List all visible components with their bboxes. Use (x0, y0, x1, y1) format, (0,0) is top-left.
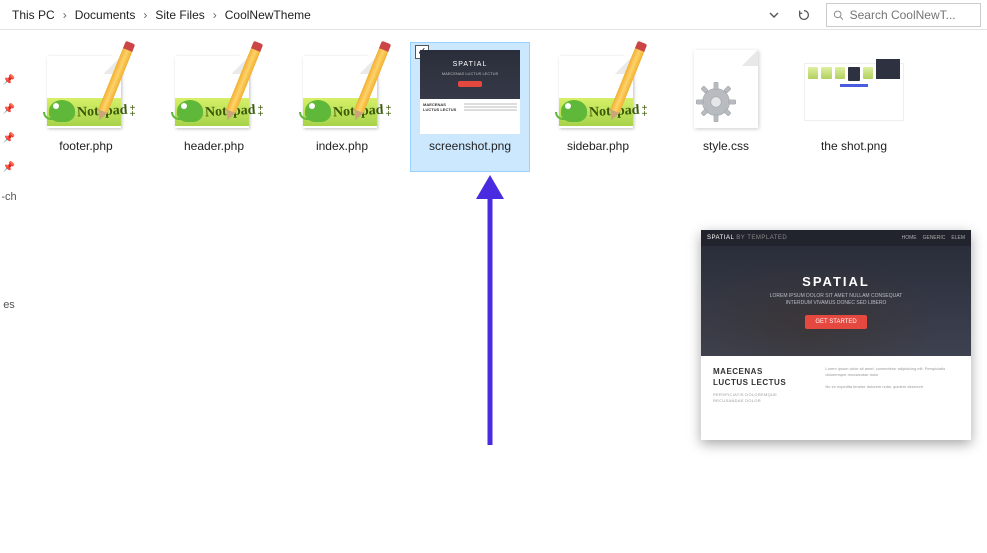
notepadpp-icon: Notepad++ (41, 52, 131, 132)
chevron-right-icon: › (61, 8, 69, 22)
file-item[interactable]: style.css (666, 42, 786, 172)
file-label: style.css (703, 139, 749, 153)
pin-icon: 📌 (3, 104, 15, 115)
search-input[interactable] (850, 8, 974, 22)
preview-image: SPATIAL BY TEMPLATED HOMEGENERICELEM SPA… (701, 230, 971, 440)
nav-pane-edge: 📌 📌 📌 📌 -ch es (0, 30, 18, 553)
refresh-icon[interactable] (790, 3, 818, 27)
image-thumbnail (804, 63, 904, 121)
breadcrumb-item[interactable]: Documents (71, 4, 140, 26)
notepadpp-icon: Notepad++ (553, 52, 643, 132)
search-icon (833, 9, 844, 21)
file-label: footer.php (59, 139, 112, 153)
history-dropdown-icon[interactable] (760, 3, 788, 27)
file-item[interactable]: Notepad++ sidebar.php (538, 42, 658, 172)
file-item[interactable]: Notepad++ footer.php (26, 42, 146, 172)
notepadpp-icon: Notepad++ (169, 52, 259, 132)
file-grid: Notepad++ footer.php Notepad++ header.ph… (18, 30, 987, 184)
search-box[interactable] (826, 3, 981, 27)
notepadpp-icon: Notepad++ (297, 52, 387, 132)
file-item[interactable]: Notepad++ header.php (154, 42, 274, 172)
truncated-label: es (3, 299, 15, 311)
chevron-right-icon: › (141, 8, 149, 22)
pin-icon: 📌 (3, 75, 15, 86)
css-file-icon (684, 50, 768, 134)
truncated-label: -ch (1, 191, 16, 203)
pin-icon: 📌 (3, 162, 15, 173)
file-label: index.php (316, 139, 368, 153)
breadcrumb-item[interactable]: This PC (8, 4, 59, 26)
image-thumbnail: SPATIALMAECENAS LUCTUS LECTUS MAECENASLU… (420, 50, 520, 134)
file-item[interactable]: the shot.png (794, 42, 914, 172)
file-label: screenshot.png (429, 139, 511, 153)
file-label: the shot.png (821, 139, 887, 153)
breadcrumb[interactable]: This PC › Documents › Site Files › CoolN… (4, 4, 760, 26)
file-label: header.php (184, 139, 244, 153)
breadcrumb-item[interactable]: CoolNewTheme (221, 4, 315, 26)
file-item[interactable]: Notepad++ index.php (282, 42, 402, 172)
chevron-right-icon: › (211, 8, 219, 22)
file-item[interactable]: ✓ SPATIALMAECENAS LUCTUS LECTUS MAECENAS… (410, 42, 530, 172)
breadcrumb-item[interactable]: Site Files (151, 4, 208, 26)
file-label: sidebar.php (567, 139, 629, 153)
address-toolbar: This PC › Documents › Site Files › CoolN… (0, 0, 987, 30)
pin-icon: 📌 (3, 133, 15, 144)
